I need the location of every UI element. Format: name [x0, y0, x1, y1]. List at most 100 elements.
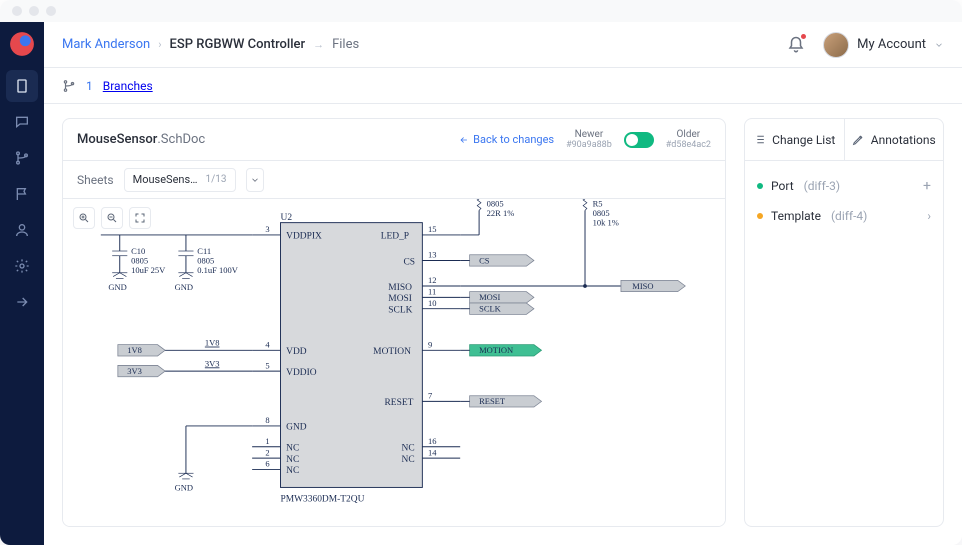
document-title: MouseSensor.SchDoc: [77, 132, 205, 147]
sidebar-item-files[interactable]: [6, 70, 38, 102]
version-toggle[interactable]: [624, 132, 654, 148]
breadcrumb-project[interactable]: ESP RGBWW Controller: [170, 37, 306, 52]
svg-text:PMW3360DM-T2QU: PMW3360DM-T2QU: [281, 495, 365, 505]
breadcrumb-section: Files: [332, 37, 359, 52]
svg-text:13: 13: [428, 250, 437, 260]
traffic-min[interactable]: [29, 6, 39, 16]
traffic-max[interactable]: [46, 6, 56, 16]
svg-text:11: 11: [428, 287, 436, 297]
svg-text:9: 9: [428, 339, 432, 349]
svg-text:7: 7: [428, 391, 432, 401]
sidebar-item-collapse[interactable]: [6, 286, 38, 318]
zoom-out-button[interactable]: [101, 207, 123, 229]
svg-text:6: 6: [265, 459, 269, 469]
branches-link[interactable]: Branches: [103, 79, 153, 93]
svg-text:1V8: 1V8: [205, 338, 220, 348]
account-menu[interactable]: My Account: [823, 32, 944, 58]
svg-text:22R 1%: 22R 1%: [487, 208, 515, 218]
svg-text:GND: GND: [175, 482, 193, 492]
document-panel: MouseSensor.SchDoc Back to changes Newer…: [62, 118, 726, 527]
change-item-template[interactable]: Template (diff-4) ›: [745, 201, 943, 231]
change-item-port[interactable]: Port (diff-3) +: [745, 171, 943, 201]
sheet-dropdown-button[interactable]: [246, 168, 264, 192]
topbar: Mark Anderson › ESP RGBWW Controller → F…: [44, 22, 962, 68]
svg-text:LED_P: LED_P: [381, 232, 409, 242]
svg-text:VDD: VDD: [286, 347, 307, 357]
zoom-in-button[interactable]: [73, 207, 95, 229]
svg-text:16: 16: [428, 436, 437, 446]
chevron-right-icon: ›: [158, 38, 161, 51]
sidebar-item-branches[interactable]: [6, 142, 38, 174]
changes-panel: Change List Annotations Port (diff-3) +: [744, 118, 944, 527]
svg-text:NC: NC: [286, 444, 299, 454]
svg-text:U2: U2: [281, 213, 293, 223]
sidebar-item-settings[interactable]: [6, 250, 38, 282]
chevron-right-icon[interactable]: ›: [927, 209, 931, 223]
svg-text:10: 10: [428, 298, 437, 308]
svg-text:5: 5: [265, 360, 269, 370]
plus-icon[interactable]: +: [923, 178, 931, 194]
avatar: [823, 32, 849, 58]
svg-text:0805: 0805: [593, 208, 610, 218]
svg-text:GND: GND: [108, 282, 126, 292]
svg-text:10uF 25V: 10uF 25V: [131, 265, 166, 275]
svg-text:0805: 0805: [131, 255, 148, 265]
svg-text:3V3: 3V3: [205, 358, 220, 368]
list-icon: [753, 133, 766, 146]
svg-text:12: 12: [428, 275, 437, 285]
sheet-selector[interactable]: MouseSens… 1/13: [124, 168, 236, 192]
svg-text:10k 1%: 10k 1%: [593, 217, 619, 227]
svg-text:RESET: RESET: [385, 398, 414, 408]
svg-text:MOTION: MOTION: [479, 345, 513, 355]
branch-count: 1: [86, 79, 93, 93]
sidebar-item-users[interactable]: [6, 214, 38, 246]
svg-text:NC: NC: [286, 455, 299, 465]
svg-text:GND: GND: [286, 423, 307, 433]
back-to-changes-link[interactable]: Back to changes: [459, 133, 554, 146]
svg-text:RESET: RESET: [479, 396, 506, 406]
svg-text:MOSI: MOSI: [388, 294, 412, 304]
schematic-svg: .wire{stroke:#1a2b52;stroke-width:1;fill…: [63, 199, 725, 521]
svg-text:C10: C10: [131, 246, 145, 256]
branch-icon: [62, 79, 76, 93]
svg-text:14: 14: [428, 447, 437, 457]
svg-text:C11: C11: [197, 246, 211, 256]
account-label: My Account: [857, 37, 926, 52]
sidebar-item-flags[interactable]: [6, 178, 38, 210]
svg-text:8: 8: [265, 415, 269, 425]
svg-text:VDDPIX: VDDPIX: [286, 232, 322, 242]
sheets-label: Sheets: [77, 173, 114, 187]
notifications-button[interactable]: [787, 36, 805, 54]
newer-version: Newer #90a9a88b: [566, 129, 612, 151]
arrow-left-icon: [459, 135, 469, 145]
svg-text:SCLK: SCLK: [388, 305, 412, 315]
breadcrumb: Mark Anderson › ESP RGBWW Controller → F…: [62, 37, 359, 52]
svg-text:4: 4: [265, 339, 270, 349]
tab-annotations[interactable]: Annotations: [845, 119, 944, 160]
svg-text:15: 15: [428, 224, 437, 234]
older-version: Older #d58e4ac2: [666, 129, 711, 151]
chevron-down-icon: [250, 175, 260, 185]
notification-dot: [801, 34, 806, 39]
fit-screen-button[interactable]: [129, 207, 151, 229]
svg-text:MISO: MISO: [632, 281, 653, 291]
arrow-right-icon: →: [313, 38, 324, 51]
tab-change-list[interactable]: Change List: [745, 119, 845, 160]
svg-text:CS: CS: [479, 255, 490, 265]
svg-text:MOSI: MOSI: [479, 292, 500, 302]
svg-text:GND: GND: [175, 282, 193, 292]
svg-text:MOTION: MOTION: [373, 347, 411, 357]
svg-text:1: 1: [265, 436, 269, 446]
traffic-close[interactable]: [12, 6, 22, 16]
window-chrome: [0, 0, 962, 22]
svg-text:NC: NC: [402, 444, 415, 454]
sidebar-item-comments[interactable]: [6, 106, 38, 138]
pencil-icon: [852, 133, 865, 146]
svg-text:2: 2: [265, 447, 269, 457]
svg-text:CS: CS: [403, 257, 415, 267]
svg-text:0805: 0805: [197, 255, 214, 265]
svg-text:MISO: MISO: [388, 283, 412, 293]
svg-text:3: 3: [265, 224, 269, 234]
breadcrumb-user[interactable]: Mark Anderson: [62, 37, 150, 52]
schematic-canvas[interactable]: .wire{stroke:#1a2b52;stroke-width:1;fill…: [63, 199, 725, 526]
